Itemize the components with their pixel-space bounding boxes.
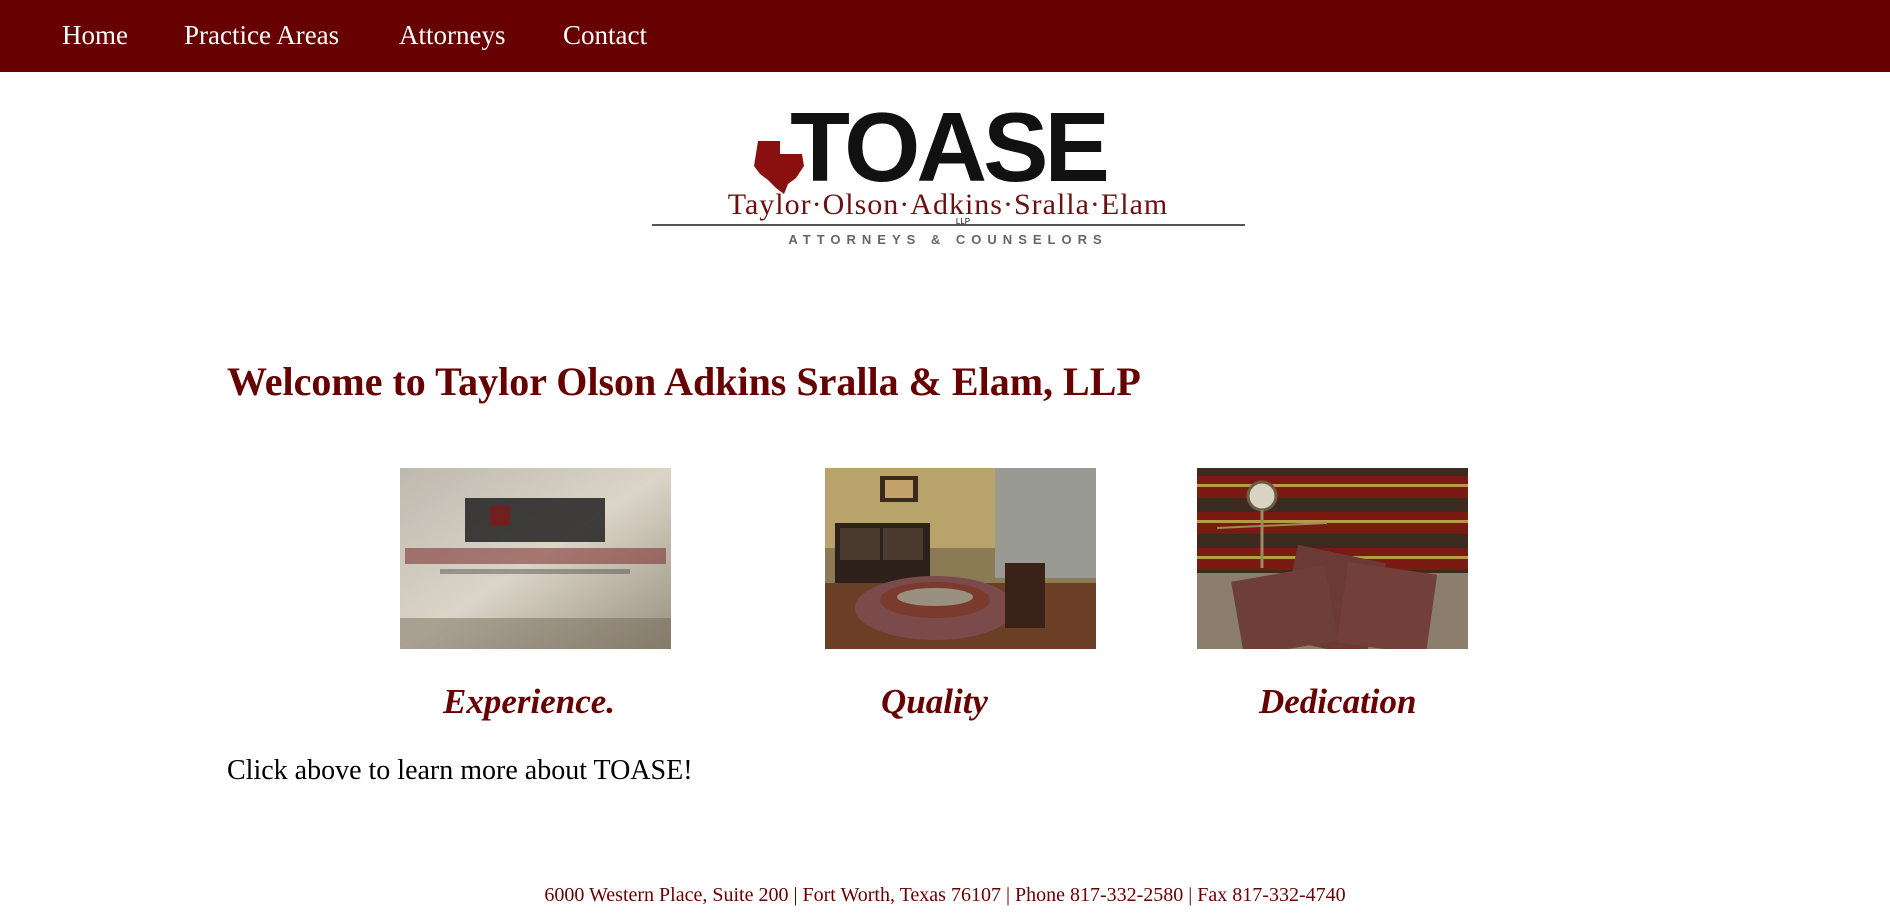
firm-logo-graphic: TOASE Taylor·Olson·Adkins·Sralla·Elam LL… — [652, 96, 1245, 247]
logo-mark-text: TOASE — [790, 96, 1106, 202]
nav-contact-link[interactable]: Contact — [563, 20, 647, 51]
firm-logo[interactable]: TOASE Taylor·Olson·Adkins·Sralla·Elam LL… — [650, 96, 1247, 252]
logo-tagline-text: ATTORNEYS & COUNSELORS — [788, 232, 1107, 247]
feature-caption-experience[interactable]: Experience. — [443, 682, 615, 722]
learn-more-text: Click above to learn more about TOASE! — [227, 755, 693, 786]
law-books-and-scales-photo[interactable] — [1197, 468, 1468, 649]
feature-experience: Experience. — [400, 468, 671, 721]
logo-firm-name-text: Taylor·Olson·Adkins·Sralla·Elam — [728, 188, 1168, 221]
lobby-glass-wall-logo-photo[interactable] — [400, 468, 671, 649]
footer-contact-info: 6000 Western Place, Suite 200 | Fort Wor… — [544, 884, 1346, 906]
page-title: Welcome to Taylor Olson Adkins Sralla & … — [227, 359, 1141, 404]
nav-attorneys-link[interactable]: Attorneys — [399, 20, 505, 51]
feature-dedication: Dedication — [1197, 468, 1468, 721]
nav-practice-areas-link[interactable]: Practice Areas — [184, 20, 339, 51]
office-lounge-photo[interactable] — [825, 468, 1096, 649]
nav-home-link[interactable]: Home — [62, 20, 128, 51]
feature-caption-quality[interactable]: Quality — [881, 682, 988, 722]
feature-quality: Quality — [825, 468, 1096, 721]
feature-caption-dedication[interactable]: Dedication — [1259, 682, 1416, 722]
top-navigation-bar: Home Practice Areas Attorneys Contact — [0, 0, 1890, 72]
